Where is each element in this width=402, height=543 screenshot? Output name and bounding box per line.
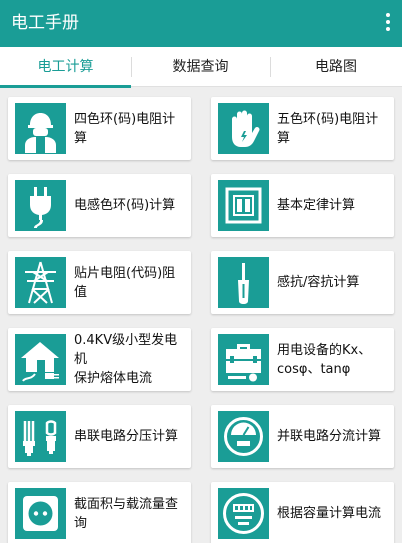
insulated-glove-icon	[218, 103, 269, 154]
wall-socket-icon	[15, 488, 66, 539]
app-title: 电工手册	[11, 13, 79, 33]
electric-meter-icon	[218, 488, 269, 539]
tab-circuit-diagram[interactable]: 电路图	[270, 47, 402, 87]
card-five-band-resistor[interactable]: 五色环(码)电阻计算	[211, 97, 394, 160]
overflow-menu-icon[interactable]	[380, 10, 396, 36]
card-label: 基本定律计算	[277, 198, 356, 213]
card-label: 根据容量计算电流	[277, 506, 382, 521]
card-cross-section-ampacity[interactable]: 截面积与载流量查询	[8, 482, 191, 543]
card-label: 四色环(码)电阻计算	[74, 111, 176, 146]
card-reactance[interactable]: 感抗/容抗计算	[211, 251, 394, 314]
card-capacity-to-current[interactable]: 根据容量计算电流	[211, 482, 394, 543]
card-label: 贴片电阻(代码)阻值	[74, 265, 176, 300]
plug-icon	[15, 180, 66, 231]
tab-data-query[interactable]: 数据查询	[131, 47, 270, 87]
card-label: 感抗/容抗计算	[277, 275, 360, 290]
card-label: 用电设备的Kx、 cosφ、tanφ	[277, 342, 372, 377]
tab-electrical-calc[interactable]: 电工计算	[0, 47, 131, 88]
tab-label: 电工计算	[37, 59, 94, 75]
card-basic-laws[interactable]: 基本定律计算	[211, 174, 394, 237]
card-label: 0.4KV级小型发电机 保护熔体电流	[74, 333, 178, 386]
wall-switch-icon	[218, 180, 269, 231]
tab-label: 电路图	[315, 59, 357, 75]
meter-gauge-icon	[218, 411, 269, 462]
card-label: 并联电路分流计算	[277, 429, 382, 444]
app-bar: 电工手册	[0, 0, 402, 47]
card-equipment-coefficients[interactable]: 用电设备的Kx、 cosφ、tanφ	[211, 328, 394, 391]
tab-indicator	[0, 85, 131, 88]
card-label: 串联电路分压计算	[74, 429, 179, 444]
tab-label: 数据查询	[172, 59, 229, 75]
card-label: 电感色环(码)计算	[74, 198, 176, 213]
card-smd-resistor[interactable]: 贴片电阻(代码)阻值	[8, 251, 191, 314]
tab-bar: 电工计算 数据查询 电路图	[0, 47, 402, 88]
card-inductor-color-code[interactable]: 电感色环(码)计算	[8, 174, 191, 237]
card-parallel-current-divider[interactable]: 并联电路分流计算	[211, 405, 394, 468]
card-series-voltage-divider[interactable]: 串联电路分压计算	[8, 405, 191, 468]
card-four-band-resistor[interactable]: 四色环(码)电阻计算	[8, 97, 191, 160]
card-label: 五色环(码)电阻计算	[277, 111, 379, 146]
screwdriver-icon	[218, 257, 269, 308]
electrician-worker-icon	[15, 103, 66, 154]
power-tower-icon	[15, 257, 66, 308]
card-generator-fuse[interactable]: 0.4KV级小型发电机 保护熔体电流	[8, 328, 191, 391]
card-label: 截面积与载流量查询	[74, 496, 179, 531]
house-plug-icon	[15, 334, 66, 385]
energy-saving-bulb-icon	[15, 411, 66, 462]
toolbox-icon	[218, 334, 269, 385]
